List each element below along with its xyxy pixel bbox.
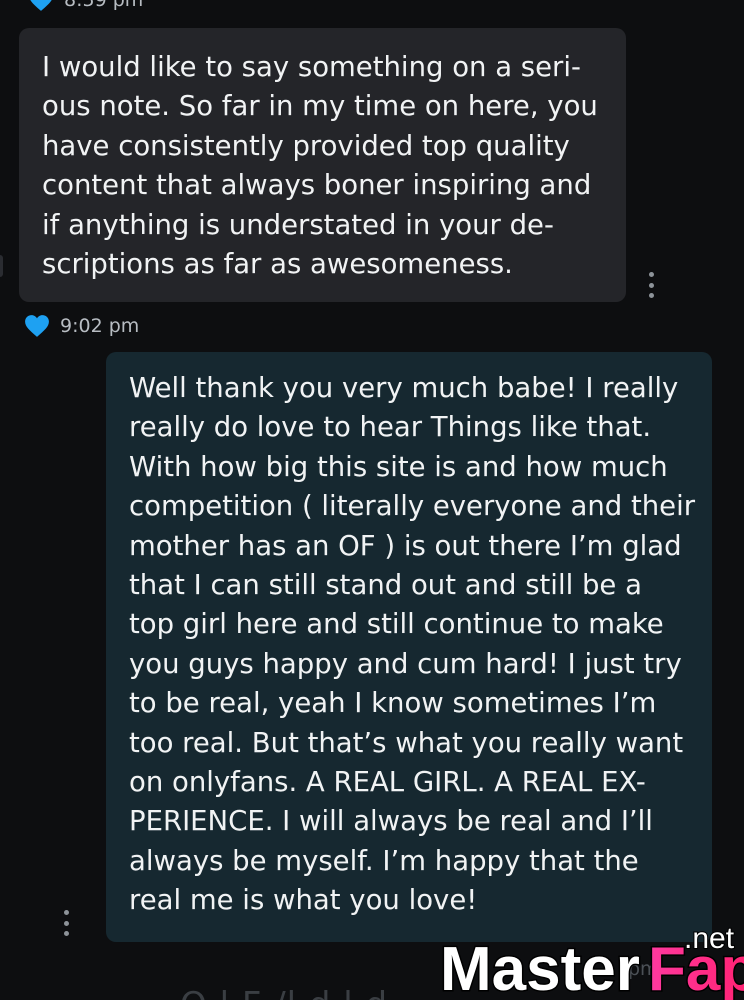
more-vertical-icon[interactable] <box>62 910 70 936</box>
timestamp-text: 8:59 pm <box>64 0 144 11</box>
timestamp-text: 9:02 pm <box>60 315 140 337</box>
edge-indicator <box>0 255 3 277</box>
masterfap-watermark-logo: Master Fap .net <box>440 921 744 1000</box>
received-message-bubble[interactable]: I would like to say something on a seri-… <box>19 28 626 302</box>
svg-text:.net: .net <box>684 922 735 955</box>
sent-message-bubble[interactable]: Well thank you very much babe! I really … <box>106 352 712 942</box>
heart-icon[interactable] <box>28 0 54 12</box>
heart-icon[interactable] <box>24 314 50 338</box>
svg-text:Master: Master <box>440 935 640 1000</box>
faded-message-preview: O l F /l d l d <box>180 985 388 1000</box>
reply-timestamp: 9:02 pm <box>24 314 139 338</box>
more-vertical-icon[interactable] <box>647 272 655 298</box>
chat-screen: 8:59 pm I would like to say something on… <box>0 0 744 1000</box>
message-timestamp-top: 8:59 pm <box>28 0 143 12</box>
